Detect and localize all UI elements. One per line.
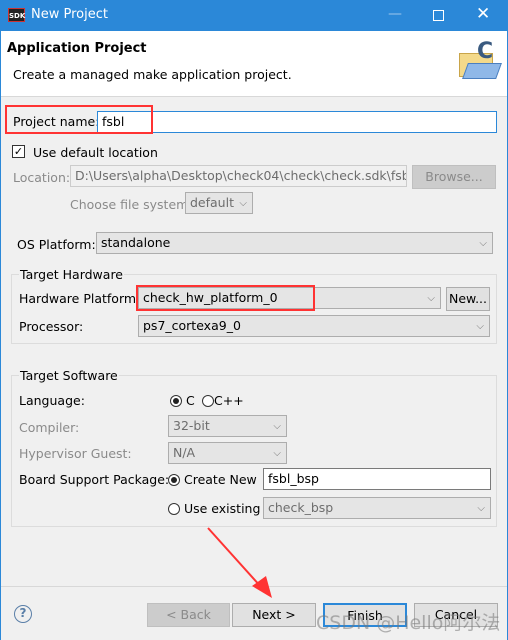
bsp-label: Board Support Package:	[19, 472, 170, 487]
target-hardware-title: Target Hardware	[19, 267, 124, 282]
file-system-select[interactable]: default ⌵	[185, 192, 253, 214]
highlight-box	[136, 285, 315, 311]
compiler-label: Compiler:	[19, 420, 80, 435]
hypervisor-select[interactable]: N/A ⌵	[168, 442, 287, 464]
os-platform-value: standalone	[101, 235, 171, 250]
chevron-down-icon: ⌵	[273, 448, 281, 459]
location-label: Location:	[13, 170, 71, 185]
close-button[interactable]: ✕	[476, 4, 490, 24]
chevron-down-icon: ⌵	[427, 293, 435, 304]
language-label: Language:	[19, 393, 85, 408]
chevron-down-icon: ⌵	[479, 238, 487, 249]
browse-button[interactable]: Browse...	[412, 165, 496, 189]
wizard-header: Application Project Create a managed mak…	[1, 31, 507, 97]
bsp-name-input[interactable]: fsbl_bsp	[263, 468, 491, 490]
radio-selected-icon	[170, 395, 182, 407]
existing-bsp-select[interactable]: check_bsp ⌵	[263, 497, 491, 519]
compiler-select[interactable]: 32-bit ⌵	[168, 415, 287, 437]
page-title: Application Project	[7, 41, 147, 56]
os-platform-select[interactable]: standalone ⌵	[96, 232, 493, 254]
chevron-down-icon: ⌵	[239, 198, 247, 209]
new-hardware-button[interactable]: New...	[446, 287, 490, 311]
radio-unselected-icon	[168, 503, 180, 515]
c-project-folder-icon: C	[455, 39, 502, 79]
language-cpp-radio[interactable]: C++	[202, 393, 244, 408]
location-input[interactable]: D:\Users\alpha\Desktop\check04\check\che…	[70, 165, 407, 187]
help-icon[interactable]: ?	[14, 605, 32, 623]
project-name-input[interactable]: fsbl	[97, 111, 497, 133]
use-existing-label: Use existing	[183, 501, 261, 516]
file-system-label: Choose file system:	[70, 197, 193, 212]
sdk-app-icon: SDK	[8, 8, 25, 22]
hypervisor-label: Hypervisor Guest:	[19, 446, 132, 461]
use-default-location-checkbox[interactable]: ✓	[12, 145, 25, 158]
radio-unselected-icon	[202, 395, 214, 407]
back-button[interactable]: < Back	[147, 603, 230, 627]
os-platform-label: OS Platform:	[17, 237, 96, 252]
target-software-title: Target Software	[19, 368, 119, 383]
radio-selected-icon	[168, 474, 180, 486]
processor-value: ps7_cortexa9_0	[143, 318, 241, 333]
watermark: CSDN @Hello阿尔法	[316, 612, 501, 634]
chevron-down-icon: ⌵	[273, 421, 281, 432]
chevron-down-icon: ⌵	[477, 503, 485, 514]
file-system-value: default	[190, 195, 234, 210]
language-c-label: C	[185, 393, 195, 408]
hardware-platform-label: Hardware Platform:	[19, 291, 141, 306]
existing-bsp-value: check_bsp	[268, 500, 334, 515]
compiler-value: 32-bit	[173, 418, 210, 433]
next-button[interactable]: Next >	[232, 603, 316, 627]
red-arrow-annotation	[207, 527, 272, 598]
minimize-button[interactable]: —	[388, 6, 402, 22]
language-c-radio[interactable]: C	[170, 393, 195, 408]
chevron-down-icon: ⌵	[476, 321, 484, 332]
highlight-box	[5, 105, 153, 134]
processor-select[interactable]: ps7_cortexa9_0 ⌵	[138, 315, 490, 337]
use-existing-radio[interactable]: Use existing	[168, 501, 260, 516]
hypervisor-value: N/A	[173, 445, 196, 460]
create-new-radio[interactable]: Create New	[168, 472, 257, 487]
maximize-button[interactable]	[433, 10, 444, 21]
window-title: New Project	[31, 7, 108, 22]
page-subtitle: Create a managed make application projec…	[13, 67, 292, 82]
title-bar: SDK New Project — ✕	[0, 0, 508, 31]
use-default-location-label: Use default location	[33, 145, 158, 160]
create-new-label: Create New	[183, 472, 257, 487]
language-cpp-label: C++	[214, 393, 244, 408]
processor-label: Processor:	[19, 319, 84, 334]
